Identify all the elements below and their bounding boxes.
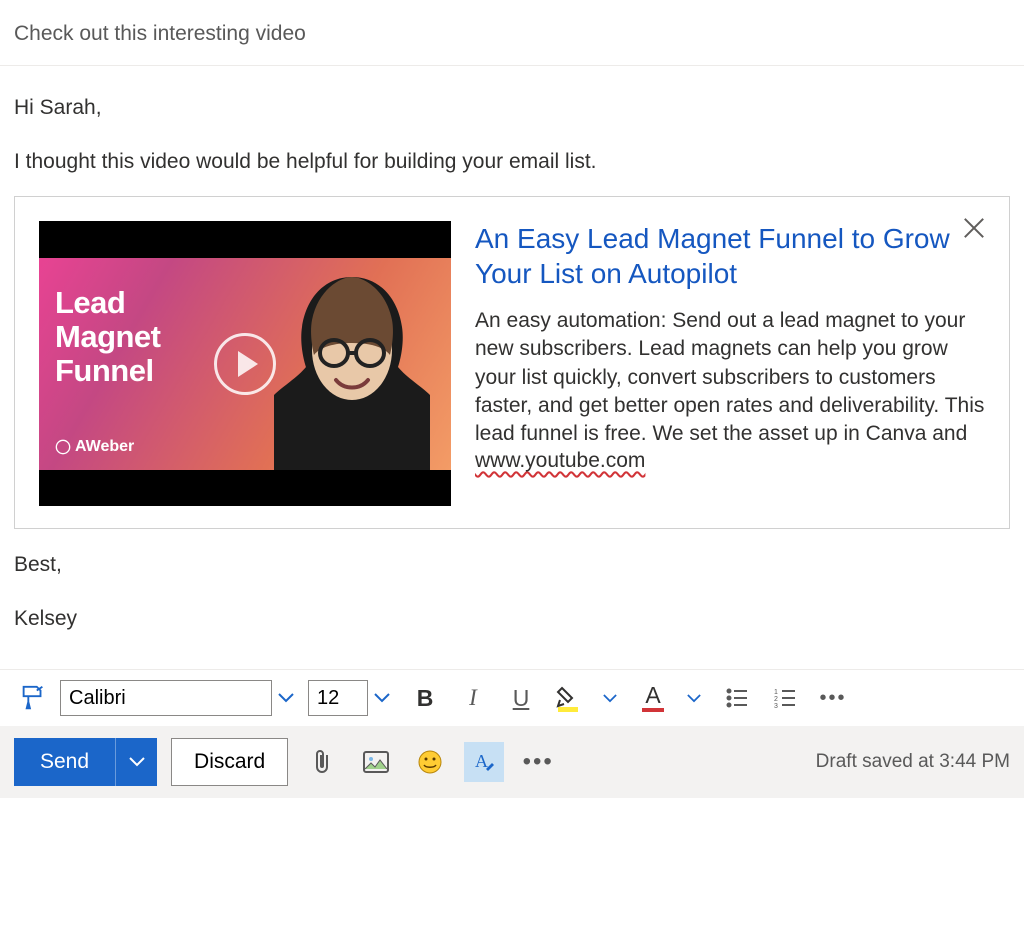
bold-button[interactable]: B <box>404 678 446 718</box>
svg-text:A: A <box>475 751 488 771</box>
svg-text:2: 2 <box>774 696 778 703</box>
person-illustration <box>264 265 439 470</box>
more-format-options[interactable]: ••• <box>812 678 854 718</box>
chevron-down-icon[interactable] <box>682 680 706 716</box>
draft-status: Draft saved at 3:44 PM <box>816 751 1010 773</box>
link-preview-card: Lead Magnet Funnel AWeber <box>14 196 1010 529</box>
emoji-icon[interactable] <box>410 742 450 782</box>
italic-button[interactable]: I <box>452 678 494 718</box>
body-closing: Best, <box>14 553 1010 577</box>
font-color-button[interactable]: A <box>632 678 674 718</box>
signature-icon[interactable]: A <box>464 742 504 782</box>
svg-text:1: 1 <box>774 689 778 696</box>
highlight-button[interactable] <box>548 678 590 718</box>
play-icon[interactable] <box>214 333 276 395</box>
bulleted-list-button[interactable] <box>716 678 758 718</box>
svg-text:3: 3 <box>774 703 778 710</box>
chevron-down-icon[interactable] <box>274 680 298 716</box>
format-toolbar: B I U A 123 ••• <box>0 669 1024 726</box>
preview-description: An easy automation: Send out a lead magn… <box>475 307 989 449</box>
preview-title[interactable]: An Easy Lead Magnet Funnel to Grow Your … <box>475 221 953 291</box>
preview-source: www.youtube.com <box>475 449 989 473</box>
email-subject[interactable]: Check out this interesting video <box>0 0 1024 66</box>
more-actions[interactable]: ••• <box>518 742 558 782</box>
underline-button[interactable]: U <box>500 678 542 718</box>
chevron-down-icon[interactable] <box>598 680 622 716</box>
thumb-brand: AWeber <box>55 438 134 456</box>
numbered-list-button[interactable]: 123 <box>764 678 806 718</box>
font-family-select[interactable] <box>60 680 302 716</box>
email-body-editor[interactable]: Hi Sarah, I thought this video would be … <box>0 66 1024 631</box>
font-family-input[interactable] <box>60 680 272 716</box>
chevron-down-icon[interactable] <box>370 680 394 716</box>
attach-icon[interactable] <box>302 742 342 782</box>
insert-image-icon[interactable] <box>356 742 396 782</box>
send-options-button[interactable] <box>115 738 157 786</box>
body-signature: Kelsey <box>14 607 1010 631</box>
video-thumbnail[interactable]: Lead Magnet Funnel AWeber <box>39 221 451 506</box>
format-painter-icon[interactable] <box>12 678 54 718</box>
close-icon[interactable] <box>961 215 987 241</box>
send-bar: Send Discard A ••• Draft saved at 3:44 P… <box>0 726 1024 798</box>
font-size-select[interactable] <box>308 680 398 716</box>
body-line: I thought this video would be helpful fo… <box>14 150 1010 174</box>
thumb-headline: Lead Magnet Funnel <box>55 286 161 388</box>
send-button[interactable]: Send <box>14 738 115 786</box>
body-greeting: Hi Sarah, <box>14 96 1010 120</box>
font-size-input[interactable] <box>308 680 368 716</box>
discard-button[interactable]: Discard <box>171 738 288 786</box>
